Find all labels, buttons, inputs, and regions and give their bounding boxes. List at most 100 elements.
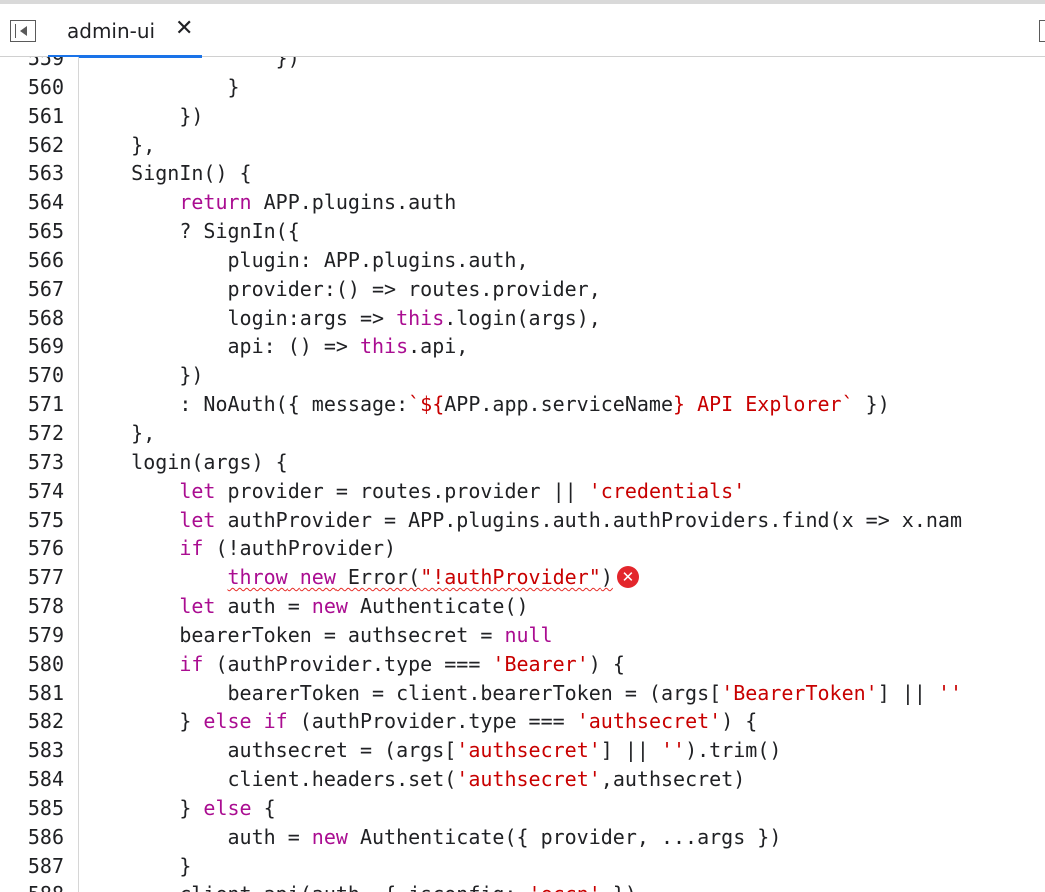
code-text: throw new Error("!authProvider") ✕ xyxy=(83,563,639,592)
code-token: }, xyxy=(83,132,156,157)
close-icon[interactable]: ✕ xyxy=(175,16,193,41)
code-token: login:args => xyxy=(83,305,397,330)
code-token: auth = xyxy=(83,824,312,849)
code-text: SignIn() { xyxy=(83,159,252,188)
code-token: .login(args), xyxy=(444,305,601,330)
code-text: }) xyxy=(83,102,203,131)
code-token: .api, xyxy=(408,334,469,359)
code-token: }) xyxy=(83,103,204,128)
code-line: 577 throw new Error("!authProvider") ✕ xyxy=(0,563,1045,592)
code-token: } xyxy=(83,795,204,820)
code-editor[interactable]: 559 }) 560 } 561 }) 562 }, 563 SignIn() {564… xyxy=(0,57,1045,892)
code-token: SignIn() { xyxy=(83,161,252,186)
line-number: 588 xyxy=(0,880,64,892)
code-token: plugin: APP.plugins.auth, xyxy=(83,247,529,272)
line-number: 563 xyxy=(27,161,64,186)
code-line: 573 login(args) { xyxy=(0,448,1045,477)
code-token: `${ xyxy=(408,392,445,417)
code-line: 570 }) xyxy=(0,361,1045,390)
code-text: client.headers.set('authsecret',authsecr… xyxy=(83,765,745,794)
code-token: return xyxy=(179,190,252,215)
line-number: 562 xyxy=(27,132,64,157)
code-token: APP.app.serviceName xyxy=(444,392,674,417)
code-line: 581 bearerToken = client.bearerToken = (… xyxy=(0,679,1045,708)
line-number: 582 xyxy=(27,709,64,734)
code-line: 565 ? SignIn({ xyxy=(0,217,1045,246)
code-text: }, xyxy=(83,131,155,160)
error-icon[interactable]: ✕ xyxy=(616,565,639,588)
code-text: : NoAuth({ message:`${APP.app.serviceNam… xyxy=(83,390,890,419)
code-token: ) xyxy=(600,565,613,590)
code-token: ,authsecret) xyxy=(600,767,746,792)
code-line: 583 authsecret = (args['authsecret'] || … xyxy=(0,736,1045,765)
code-line: 561 }) xyxy=(0,102,1045,131)
code-text: let authProvider = APP.plugins.auth.auth… xyxy=(83,506,962,535)
line-number: 581 xyxy=(27,680,64,705)
code-token: } xyxy=(83,709,204,734)
code-text: client.api(auth, { jsconfig: 'eccn' }) xyxy=(83,880,637,892)
code-token: authProvider = APP.plugins.auth.authProv… xyxy=(215,507,962,532)
code-line: 586 auth = new Authenticate({ provider, … xyxy=(0,823,1045,852)
sidebar-toggle-bar xyxy=(15,24,16,38)
line-number: 577 xyxy=(27,565,64,590)
tab-admin-ui[interactable]: admin-ui ✕ xyxy=(48,4,202,58)
code-token: 'BearerToken' xyxy=(721,680,878,705)
code-line: 560 } xyxy=(0,73,1045,102)
code-text: let auth = new Authenticate() xyxy=(83,592,529,621)
code-line: 576 if (!authProvider) xyxy=(0,534,1045,563)
code-text: provider:() => routes.provider, xyxy=(83,275,600,304)
code-token: ? SignIn({ xyxy=(83,219,300,244)
code-line: 588 client.api(auth, { jsconfig: 'eccn' … xyxy=(0,880,1045,892)
code-token: '' xyxy=(937,680,963,705)
sidebar-toggle-icon[interactable] xyxy=(10,20,36,42)
code-token: }) xyxy=(601,882,637,892)
code-token: 'authsecret' xyxy=(456,738,601,763)
code-line: 578 let auth = new Authenticate() xyxy=(0,592,1045,621)
code-text: } else if (authProvider.type === 'authse… xyxy=(83,707,757,736)
code-line: 571 : NoAuth({ message:`${APP.app.servic… xyxy=(0,390,1045,419)
code-token: }, xyxy=(83,420,156,445)
code-token: 'credentials' xyxy=(588,478,746,503)
code-token: client.headers.set( xyxy=(83,767,457,792)
line-number: 574 xyxy=(27,478,64,503)
line-number: 578 xyxy=(27,594,64,619)
code-token: 'eccn' xyxy=(529,882,601,892)
code-text: login(args) { xyxy=(83,448,288,477)
code-line: 563 SignIn() { xyxy=(0,159,1045,188)
line-number: 561 xyxy=(27,103,64,128)
line-number: 576 xyxy=(27,536,64,561)
code-text: bearerToken = client.bearerToken = (args… xyxy=(83,679,962,708)
code-line: 572 }, xyxy=(0,419,1045,448)
code-token: (authProvider.type === xyxy=(287,709,577,734)
code-token: ).trim() xyxy=(685,738,782,763)
code-token: }) xyxy=(83,57,300,70)
code-token: else xyxy=(203,795,252,820)
code-token: throw xyxy=(227,565,288,590)
code-token: }) xyxy=(83,363,204,388)
line-number: 568 xyxy=(27,305,64,330)
code-token: } xyxy=(83,74,240,99)
code-token: auth = xyxy=(215,594,312,619)
code-token: }) xyxy=(853,392,890,417)
line-number: 573 xyxy=(27,449,64,474)
line-number: 567 xyxy=(27,276,64,301)
code-token: if xyxy=(179,536,204,561)
code-lines: 559 }) 560 } 561 }) 562 }, 563 SignIn() {564… xyxy=(0,57,1045,892)
code-token: bearerToken = client.bearerToken = (args… xyxy=(83,680,722,705)
code-token: new xyxy=(311,594,348,619)
right-panel-toggle-icon[interactable] xyxy=(1039,20,1045,42)
code-line: 585 } else { xyxy=(0,794,1045,823)
code-token: Authenticate() xyxy=(347,594,529,619)
code-token: this xyxy=(359,334,409,359)
code-text: }) xyxy=(83,57,300,73)
code-token: } xyxy=(83,853,192,878)
tab-bar: admin-ui ✕ xyxy=(0,0,1045,58)
line-number: 565 xyxy=(27,219,64,244)
line-number: 560 xyxy=(27,74,64,99)
code-text: if (authProvider.type === 'Bearer') { xyxy=(83,650,625,679)
